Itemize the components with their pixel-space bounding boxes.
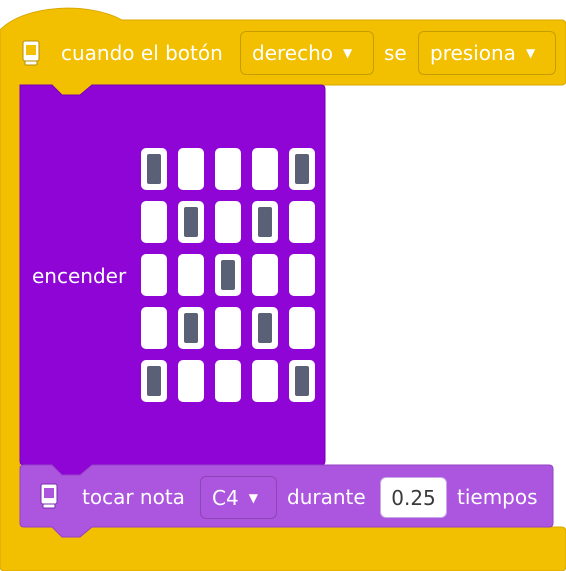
led-cell[interactable] [252,360,278,402]
led-cell[interactable] [252,148,278,190]
microbit-board-icon [22,40,40,66]
note-dropdown[interactable]: C4 ▼ [200,476,277,519]
led-cell[interactable] [141,360,167,402]
led-cell[interactable] [178,201,204,243]
led-on-indicator [221,260,235,290]
hat-label-prefix: cuando el botón [61,41,223,65]
note-dropdown-value: C4 [212,485,239,510]
led-cell[interactable] [289,307,315,349]
led-cell[interactable] [178,360,204,402]
led-on-indicator [258,207,272,237]
led-on-indicator [258,313,272,343]
led-cell[interactable] [252,254,278,296]
led-cell[interactable] [215,307,241,349]
led-block-label: encender [32,264,127,288]
button-dropdown[interactable]: derecho ▼ [240,31,374,75]
chevron-down-icon: ▼ [248,490,258,505]
led-on-indicator [184,207,198,237]
sound-label-suffix: tiempos [457,485,538,509]
beats-input-value: 0.25 [391,485,436,510]
led-cell[interactable] [141,201,167,243]
led-cell[interactable] [215,201,241,243]
led-cell[interactable] [289,201,315,243]
led-on-indicator [147,154,161,184]
led-cell[interactable] [215,148,241,190]
chevron-down-icon: ▼ [343,46,353,60]
led-cell[interactable] [252,201,278,243]
button-dropdown-value: derecho [252,41,333,65]
led-on-indicator [184,313,198,343]
chevron-down-icon: ▼ [525,46,536,60]
led-on-indicator [295,366,309,396]
led-cell[interactable] [215,254,241,296]
led-cell[interactable] [289,148,315,190]
led-cell[interactable] [178,254,204,296]
led-cell[interactable] [215,360,241,402]
led-cell[interactable] [141,254,167,296]
led-cell[interactable] [178,307,204,349]
script-canvas: cuando el botón derecho ▼ se presiona ▼ … [0,0,566,571]
led-on-indicator [147,366,161,396]
sound-label-mid: durante [287,485,366,509]
hat-label-mid: se [384,41,407,65]
sound-label-prefix: tocar nota [82,485,185,509]
led-cell[interactable] [141,307,167,349]
led-cell[interactable] [289,360,315,402]
led-cell[interactable] [289,254,315,296]
led-cell[interactable] [252,307,278,349]
microbit-board-icon [40,483,58,509]
led-cell[interactable] [141,148,167,190]
led-on-indicator [295,154,309,184]
led-cell[interactable] [178,148,204,190]
event-dropdown-value: presiona [430,41,516,65]
event-dropdown[interactable]: presiona ▼ [418,31,556,75]
beats-input[interactable]: 0.25 [380,477,447,518]
